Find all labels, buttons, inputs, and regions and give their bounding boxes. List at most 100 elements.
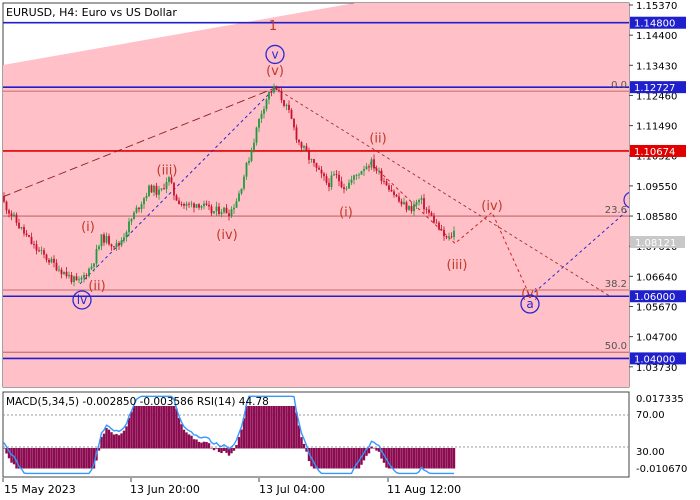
candle-body	[113, 246, 115, 248]
candle-body	[138, 207, 140, 210]
candle-body	[355, 174, 358, 176]
macd-bar	[435, 448, 438, 469]
candle-body	[23, 227, 25, 234]
candle-body	[385, 181, 388, 186]
candle-body	[238, 193, 240, 202]
macd-bar	[80, 448, 83, 469]
candle-body	[253, 142, 255, 150]
candle-body	[368, 166, 370, 168]
candle-body	[110, 244, 113, 247]
candle-body	[185, 203, 188, 206]
macd-bar	[432, 448, 436, 469]
candle-body	[248, 160, 250, 163]
candle-body	[223, 207, 225, 213]
candle-body	[35, 244, 38, 251]
macd-bar	[165, 406, 168, 449]
price-axis-tick: 1.15370	[636, 1, 677, 12]
candle-body	[213, 211, 215, 214]
macd-bar	[142, 406, 146, 449]
candle-body	[353, 175, 355, 180]
macd-bar	[342, 448, 346, 469]
macd-bar	[37, 448, 41, 469]
current-price-label: 1.08121	[635, 238, 676, 249]
macd-bar	[407, 448, 411, 469]
macd-bar	[107, 429, 111, 449]
candle-body	[278, 90, 280, 91]
candle-body	[283, 100, 285, 106]
macd-bar	[415, 448, 418, 469]
macd-bar	[255, 406, 258, 449]
indicator-panel: MACD(5,34,5) -0.002850 -0.003586 RSI(14)…	[2, 391, 687, 478]
fib-label: 23.6	[605, 205, 627, 216]
candle-body	[280, 90, 283, 101]
macd-bar	[282, 406, 286, 449]
candle-body	[28, 235, 30, 237]
candle-body	[318, 167, 320, 170]
macd-bar	[87, 448, 91, 469]
macd-bar	[300, 437, 303, 449]
macd-bar	[122, 430, 126, 449]
macd-bar	[152, 406, 156, 449]
macd-bar	[217, 448, 221, 453]
candle-body	[255, 127, 258, 143]
macd-bar	[427, 448, 431, 469]
candle-body	[383, 181, 385, 182]
macd-bar	[180, 424, 183, 449]
candle-body	[65, 271, 68, 277]
candle-body	[375, 168, 378, 171]
candle-body	[125, 232, 128, 238]
candle-body	[333, 174, 335, 176]
candle-body	[328, 182, 330, 188]
macd-bar	[42, 448, 46, 469]
candle-body	[285, 104, 288, 106]
macd-bar	[150, 406, 153, 449]
macd-bar	[230, 448, 233, 454]
candle-body	[15, 214, 18, 223]
candle-body	[335, 174, 338, 175]
candle-body	[258, 118, 260, 128]
candle-body	[265, 99, 268, 110]
candle-body	[235, 201, 238, 208]
macd-bar	[25, 448, 28, 469]
candle-body	[25, 233, 28, 236]
candle-body	[323, 173, 325, 177]
candle-body	[380, 170, 383, 182]
macd-bar	[70, 448, 73, 469]
candle-body	[128, 221, 130, 233]
macd-bar	[327, 448, 331, 469]
macd-bar	[260, 406, 263, 449]
candle-body	[348, 182, 350, 189]
wave-label: (ii)	[88, 279, 105, 294]
price-axis-tick: 1.08580	[636, 212, 677, 223]
candle-body	[195, 204, 198, 208]
candle-body	[233, 207, 235, 210]
macd-axis-tick: 0.017335	[636, 394, 684, 405]
candle-body	[83, 275, 85, 278]
candle-body	[68, 274, 70, 277]
candle-body	[295, 127, 298, 140]
macd-bar	[422, 448, 426, 469]
candle-body	[153, 185, 155, 193]
macd-bar	[155, 406, 158, 449]
candle-body	[330, 175, 333, 188]
candle-body	[393, 191, 395, 195]
macd-bar	[257, 406, 261, 449]
macd-bar	[400, 448, 403, 469]
candle-body	[103, 234, 105, 243]
target-zone	[3, 3, 629, 387]
candle-body	[218, 206, 220, 215]
candle-body	[453, 230, 455, 238]
candle-body	[183, 203, 185, 206]
candle-body	[48, 259, 50, 263]
macd-bar	[325, 448, 328, 469]
candle-body	[173, 182, 175, 196]
wave-label: (iv)	[216, 228, 237, 243]
macd-bar	[175, 408, 178, 449]
macd-bar	[232, 448, 236, 451]
macd-bar	[157, 406, 161, 449]
wave-label: 1	[269, 19, 277, 34]
macd-bar	[252, 406, 256, 449]
macd-bar	[235, 444, 238, 449]
macd-bar	[172, 406, 176, 449]
candle-body	[450, 236, 453, 238]
